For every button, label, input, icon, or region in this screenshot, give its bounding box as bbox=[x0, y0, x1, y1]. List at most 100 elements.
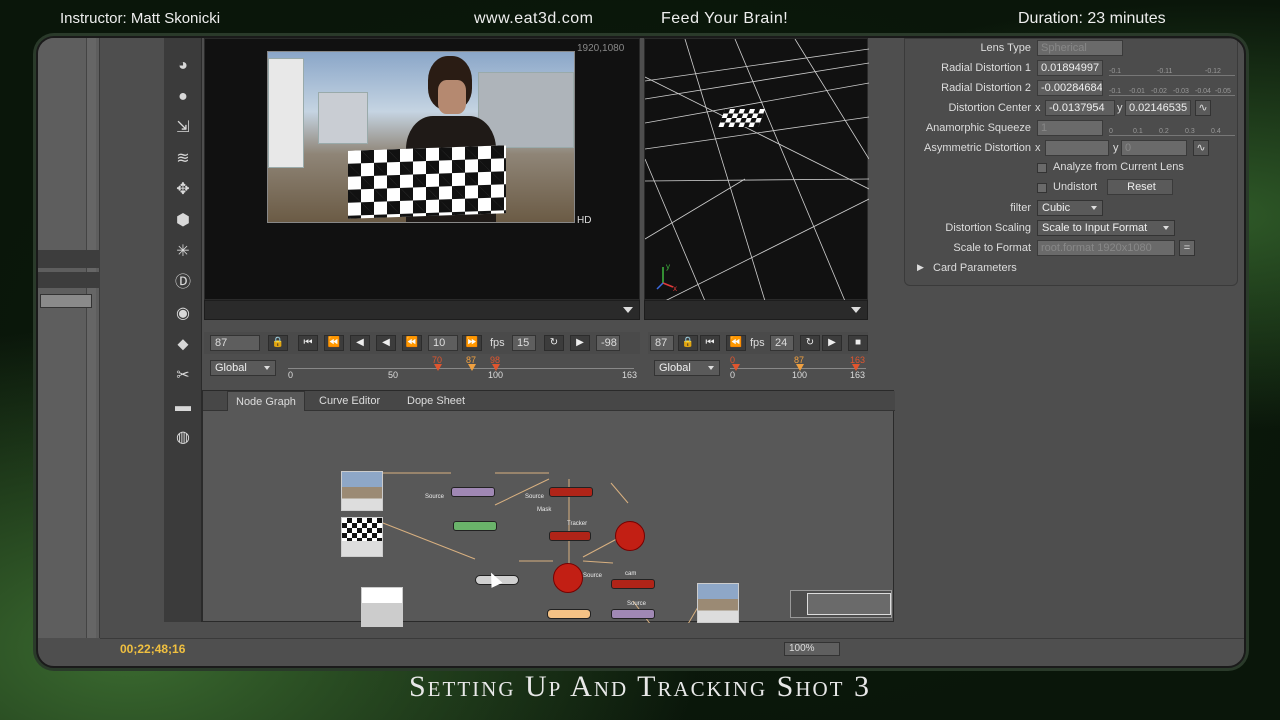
play-forward-icon[interactable]: ▶ bbox=[822, 335, 842, 351]
left-panel-dropdown[interactable] bbox=[38, 272, 100, 288]
edge-label: cam bbox=[625, 571, 637, 577]
scaling-dropdown[interactable]: Scale to Input Format bbox=[1037, 220, 1175, 236]
anamorphic-field[interactable]: 1 bbox=[1037, 120, 1103, 136]
ruler-label: 0 bbox=[1109, 128, 1113, 135]
loop-icon[interactable]: ↻ bbox=[800, 335, 820, 351]
toolsets-icon[interactable]: ▬ bbox=[173, 397, 193, 417]
fps-field[interactable]: 15 bbox=[512, 335, 536, 351]
merge-node[interactable] bbox=[615, 521, 645, 551]
ruler-label: -0.05 bbox=[1215, 88, 1231, 95]
curve-icon[interactable]: ∿ bbox=[1195, 100, 1211, 116]
ruler-label: -0.11 bbox=[1157, 68, 1173, 75]
tab-curve-editor[interactable]: Curve Editor bbox=[311, 391, 388, 411]
lock-icon[interactable]: 🔒 bbox=[268, 335, 288, 351]
viewer-2d[interactable]: 1920,1080 HD bbox=[204, 38, 640, 300]
scanline-node[interactable] bbox=[611, 609, 655, 619]
metadata-icon[interactable]: ⬥ bbox=[173, 335, 193, 355]
play-forward-icon[interactable]: ▶ bbox=[570, 335, 590, 351]
tick-label: 163 bbox=[850, 370, 866, 380]
loop-icon[interactable]: ↻ bbox=[544, 335, 564, 351]
first-frame-icon[interactable]: ⏮ bbox=[298, 335, 318, 351]
viewer-3d[interactable]: y x bbox=[644, 38, 870, 302]
viewer1-scope-dropdown[interactable]: Global bbox=[210, 360, 276, 376]
camera-node[interactable] bbox=[611, 579, 655, 589]
ruler-label: -0.04 bbox=[1195, 88, 1211, 95]
card-node[interactable] bbox=[549, 487, 593, 497]
3d-grid: y x bbox=[644, 38, 870, 302]
scale-format-dropdown[interactable]: root.format 1920x1080 bbox=[1037, 240, 1175, 256]
time-icon[interactable]: ⇲ bbox=[173, 118, 193, 138]
radial1-slider[interactable]: -0.1 -0.11 -0.12 bbox=[1109, 60, 1235, 76]
lens-type-dropdown[interactable]: Spherical bbox=[1037, 40, 1123, 56]
left-scrollbar[interactable] bbox=[86, 38, 96, 638]
viewer1-info-bar[interactable] bbox=[204, 300, 640, 320]
frame-field[interactable]: 87 bbox=[650, 335, 674, 351]
prev-keyframe-icon[interactable]: ⏪ bbox=[324, 335, 344, 351]
center-y-field[interactable]: 0.02146535 bbox=[1125, 100, 1191, 116]
viewer-image bbox=[267, 51, 575, 223]
prev-frame-icon[interactable]: ◀ bbox=[350, 335, 370, 351]
draw-icon[interactable]: ● bbox=[173, 87, 193, 107]
deep-icon[interactable]: Ⓓ bbox=[173, 273, 193, 293]
stop-icon[interactable]: ■ bbox=[848, 335, 868, 351]
frame-field[interactable]: 87 bbox=[210, 335, 260, 351]
asym-y-field[interactable]: 0 bbox=[1121, 140, 1187, 156]
read-node-plate[interactable] bbox=[341, 471, 383, 511]
image-icon[interactable]: ◕ bbox=[173, 56, 193, 76]
tagline-text: Feed Your Brain! bbox=[661, 10, 789, 27]
viewer1-timeline[interactable]: 70 87 98 0 50 100 163 bbox=[288, 355, 637, 380]
asym-label: Asymmetric Distortion bbox=[924, 142, 1031, 154]
first-frame-icon[interactable]: ⏮ bbox=[700, 335, 720, 351]
viewer2-scope-dropdown[interactable]: Global bbox=[654, 360, 720, 376]
undistort-checkbox[interactable] bbox=[1037, 183, 1047, 193]
step-back-icon[interactable]: ⏪ bbox=[726, 335, 746, 351]
play-backward-icon[interactable]: ◀ bbox=[376, 335, 396, 351]
particles-icon[interactable]: ✳ bbox=[173, 242, 193, 262]
radial2-slider[interactable]: -0.1 -0.01 -0.02 -0.03 -0.04 -0.05 bbox=[1109, 80, 1235, 96]
tracker-node[interactable] bbox=[549, 531, 591, 541]
scene-node[interactable] bbox=[553, 563, 583, 593]
offset-field[interactable]: -98 bbox=[596, 335, 620, 351]
3d-icon[interactable]: ⬢ bbox=[173, 211, 193, 231]
step-field[interactable]: 10 bbox=[428, 335, 458, 351]
expand-arrow-icon[interactable]: ▶ bbox=[917, 262, 924, 273]
step-back-icon[interactable]: ⏪ bbox=[402, 335, 422, 351]
radial2-field[interactable]: -0.00284684 bbox=[1037, 80, 1103, 96]
node-graph-panel[interactable]: Node Graph Curve Editor Dope Sheet Sourc… bbox=[202, 390, 895, 627]
node-graph-minimap[interactable] bbox=[790, 590, 892, 618]
viewer2-timeline[interactable]: 0 87 163 0 100 163 bbox=[730, 355, 866, 380]
read-node-blank[interactable] bbox=[361, 587, 403, 627]
card-params-label[interactable]: Card Parameters bbox=[933, 262, 1017, 274]
step-forward-icon[interactable]: ⏩ bbox=[462, 335, 482, 351]
tick-label: 0 bbox=[288, 370, 294, 380]
left-panel-field[interactable] bbox=[40, 294, 92, 308]
constant-node[interactable] bbox=[547, 609, 591, 619]
lock-icon[interactable]: 🔒 bbox=[678, 335, 698, 351]
curve-icon[interactable]: ∿ bbox=[1193, 140, 1209, 156]
fps-field[interactable]: 24 bbox=[770, 335, 794, 351]
left-panel-header[interactable] bbox=[38, 250, 100, 268]
format-edit-icon[interactable]: = bbox=[1179, 240, 1195, 256]
channel-icon[interactable]: ≋ bbox=[173, 149, 193, 169]
anamorphic-slider[interactable]: 0 0.1 0.2 0.3 0.4 bbox=[1109, 120, 1235, 136]
tab-dope-sheet[interactable]: Dope Sheet bbox=[399, 391, 473, 411]
analyze-checkbox[interactable] bbox=[1037, 163, 1047, 173]
radial1-field[interactable]: 0.01894997 bbox=[1037, 60, 1103, 76]
viewer-thumbnail-node[interactable] bbox=[697, 583, 739, 623]
ruler-label: -0.03 bbox=[1173, 88, 1189, 95]
center-x-field[interactable]: -0.0137954 bbox=[1045, 100, 1115, 116]
read-node-checker[interactable] bbox=[341, 517, 383, 557]
zoom-dropdown[interactable]: 100% bbox=[784, 642, 840, 656]
house-porch bbox=[268, 58, 304, 168]
views-icon[interactable]: ◉ bbox=[173, 304, 193, 324]
filter-dropdown[interactable]: Cubic bbox=[1037, 200, 1103, 216]
lens-distortion-node[interactable] bbox=[451, 487, 495, 497]
reset-button[interactable]: Reset bbox=[1107, 179, 1173, 195]
tab-node-graph[interactable]: Node Graph bbox=[227, 391, 305, 411]
viewer2-info-bar[interactable] bbox=[644, 300, 868, 320]
asym-x-field[interactable] bbox=[1045, 140, 1109, 156]
other-icon[interactable]: ✂ bbox=[173, 366, 193, 386]
furnace-icon[interactable]: ◍ bbox=[173, 428, 193, 448]
transform-icon[interactable]: ✥ bbox=[173, 180, 193, 200]
transform-node[interactable] bbox=[453, 521, 497, 531]
